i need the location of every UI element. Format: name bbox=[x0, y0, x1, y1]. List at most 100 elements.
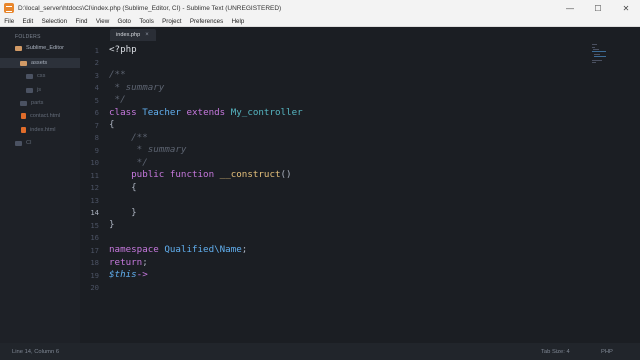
menu-selection[interactable]: Selection bbox=[37, 18, 71, 25]
sidebar-item-label: Sublime_Editor bbox=[26, 45, 64, 51]
sidebar-item-index-html[interactable]: index.html bbox=[0, 125, 80, 135]
code-token: namespace bbox=[109, 244, 165, 255]
code-line: return; bbox=[109, 257, 148, 268]
sidebar-item-label: assets bbox=[31, 60, 48, 66]
minimap-line bbox=[592, 62, 596, 63]
line-number: 5 bbox=[94, 95, 99, 105]
minimap-line bbox=[594, 56, 606, 57]
line-number: 12 bbox=[90, 183, 99, 192]
sidebar-item-assets[interactable]: assets bbox=[0, 58, 80, 68]
sidebar-item-label: parts bbox=[31, 100, 44, 106]
line-number: 7 bbox=[94, 120, 99, 130]
line-number: 9 bbox=[94, 145, 99, 155]
line-number: 13 bbox=[90, 195, 99, 205]
line-number: 2 bbox=[94, 58, 99, 67]
code-editor[interactable]: 1 2 3 4 5 6 7 8 9 10 11 12 13 14 15 16 17 18 19 20 <?php/** … bbox=[80, 41, 585, 343]
code-token: ; bbox=[241, 244, 248, 255]
line-number: 14 bbox=[90, 208, 99, 217]
code-token: <?php bbox=[109, 44, 137, 55]
line-number: 11 bbox=[90, 170, 99, 180]
minimap-line bbox=[594, 54, 600, 55]
line-number: 8 bbox=[94, 133, 99, 142]
vertical-scrollbar[interactable] bbox=[632, 41, 636, 343]
line-number: 10 bbox=[90, 158, 99, 167]
menu-edit[interactable]: Edit bbox=[18, 18, 37, 25]
folder-icon bbox=[20, 60, 27, 66]
sidebar-item-contact-html[interactable]: contact.html bbox=[0, 111, 80, 121]
tab-close-icon[interactable]: × bbox=[145, 32, 149, 38]
code-token: My_controller bbox=[230, 106, 303, 118]
line-number: 15 bbox=[90, 220, 99, 230]
minimap-line bbox=[592, 60, 602, 61]
line-number: 3 bbox=[94, 70, 99, 80]
code-token: Teacher bbox=[142, 106, 181, 118]
code-token: Qualified\Name bbox=[164, 244, 242, 255]
sidebar-item-label: CI bbox=[26, 140, 32, 146]
close-button[interactable]: ✕ bbox=[612, 0, 640, 16]
sidebar-item-sublime-editor[interactable]: Sublime_Editor bbox=[0, 43, 80, 53]
code-token: * summary bbox=[109, 81, 165, 93]
code-line: */ bbox=[109, 94, 126, 105]
sidebar-item-label: js bbox=[37, 87, 42, 93]
folder-icon bbox=[26, 73, 33, 79]
code-token: $this bbox=[109, 269, 137, 280]
folder-icon bbox=[20, 100, 27, 106]
code-line: * summary bbox=[109, 144, 187, 155]
minimap-line bbox=[592, 51, 606, 52]
code-line: /** bbox=[109, 132, 148, 143]
sidebar-item-label: css bbox=[37, 73, 46, 79]
menu-project[interactable]: Project bbox=[158, 18, 186, 25]
line-number: 4 bbox=[94, 83, 99, 92]
code-line: <?php bbox=[109, 44, 137, 55]
line-number: 19 bbox=[90, 270, 99, 280]
code-line: } bbox=[109, 207, 137, 218]
line-number: 1 bbox=[94, 45, 99, 55]
syntax-indicator[interactable]: PHP bbox=[601, 349, 613, 355]
menu-find[interactable]: Find bbox=[71, 18, 91, 25]
code-token: class bbox=[109, 106, 143, 118]
status-bar: Line 14, Column 6 Tab Size: 4 PHP bbox=[0, 343, 640, 360]
sidebar-item-js[interactable]: js bbox=[0, 85, 80, 95]
code-line: public function __construct() bbox=[109, 169, 291, 180]
sidebar-item-ci[interactable]: CI bbox=[0, 138, 80, 148]
tab-index-php[interactable]: index.php × bbox=[110, 29, 156, 41]
code-line: { bbox=[109, 182, 137, 193]
code-token: /** bbox=[109, 131, 148, 143]
line-number: 16 bbox=[90, 233, 99, 242]
code-line: class Teacher extends My_controller bbox=[109, 107, 303, 118]
line-number: 18 bbox=[90, 258, 99, 267]
menu-view[interactable]: View bbox=[92, 18, 114, 25]
code-token: } bbox=[109, 206, 137, 218]
minimap[interactable] bbox=[590, 43, 612, 65]
code-token: { bbox=[109, 119, 115, 130]
html-file-icon bbox=[21, 127, 26, 133]
menu-goto[interactable]: Goto bbox=[113, 18, 135, 25]
line-number: 20 bbox=[90, 283, 99, 292]
sidebar-item-parts[interactable]: parts bbox=[0, 98, 80, 108]
menu-bar: File Edit Selection Find View Goto Tools… bbox=[0, 16, 640, 27]
code-line: } bbox=[109, 219, 115, 230]
minimap-line bbox=[592, 44, 597, 45]
sidebar-item-css[interactable]: css bbox=[0, 71, 80, 81]
code-token: { bbox=[109, 181, 137, 193]
minimap-line bbox=[592, 47, 595, 48]
tab-size-indicator[interactable]: Tab Size: 4 bbox=[541, 349, 570, 355]
html-file-icon bbox=[21, 113, 26, 119]
menu-file[interactable]: File bbox=[0, 18, 18, 25]
folder-icon bbox=[15, 45, 22, 51]
menu-preferences[interactable]: Preferences bbox=[186, 18, 228, 25]
code-line: $this-> bbox=[109, 269, 148, 280]
sublime-app-icon bbox=[4, 3, 14, 13]
code-token: public bbox=[109, 169, 170, 180]
code-token: extends bbox=[180, 106, 231, 118]
cursor-position: Line 14, Column 6 bbox=[12, 348, 60, 355]
code-line: */ bbox=[109, 157, 148, 168]
maximize-button[interactable]: ☐ bbox=[584, 0, 612, 16]
menu-help[interactable]: Help bbox=[227, 18, 248, 25]
menu-tools[interactable]: Tools bbox=[135, 18, 158, 25]
folder-icon bbox=[15, 140, 22, 146]
tab-label: index.php bbox=[116, 32, 141, 38]
code-token: /** bbox=[109, 69, 126, 80]
code-line: /** bbox=[109, 69, 126, 80]
minimize-button[interactable]: — bbox=[556, 0, 584, 16]
